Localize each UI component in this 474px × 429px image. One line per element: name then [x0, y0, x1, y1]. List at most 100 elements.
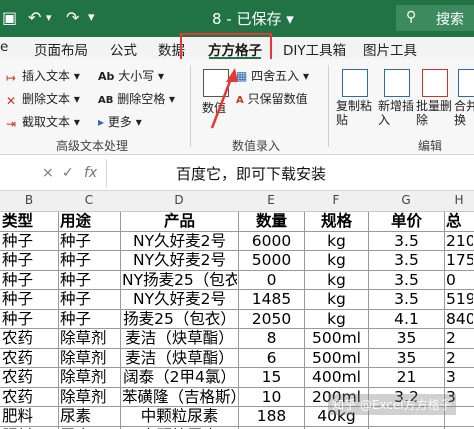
row-gridline — [0, 230, 474, 232]
table-cell[interactable]: 种子 — [2, 310, 57, 329]
table-cell[interactable]: kg — [306, 271, 367, 290]
table-cell[interactable]: 种子 — [60, 290, 119, 309]
excel-window: ▣ ↶ ▾ ↷ ▾ 8 - 已保存 ▾ ⚲ 搜索 e 页面布局 公式 数据 方方… — [0, 0, 474, 429]
row-gridline — [0, 308, 474, 310]
table-cell[interactable]: 种子 — [60, 271, 119, 290]
row-gridline — [0, 367, 474, 368]
column-header[interactable]: C — [58, 193, 120, 207]
column-gridline — [58, 212, 59, 429]
table-header-cell[interactable]: 类型 — [2, 212, 57, 231]
table-cell[interactable]: 麦洁（炔草酯） — [122, 329, 237, 348]
row-gridline — [0, 250, 474, 251]
table-cell[interactable]: 除草剂 — [60, 368, 119, 387]
table-header-cell[interactable]: 单价 — [370, 212, 443, 231]
column-gridline — [238, 212, 239, 429]
column-header[interactable]: G — [368, 193, 444, 207]
table-cell[interactable]: 阔泰（2甲4氯） — [122, 368, 237, 387]
column-gridline — [120, 212, 121, 429]
table-cell[interactable]: 种子 — [2, 271, 57, 290]
table-cell[interactable]: 种子 — [2, 290, 57, 309]
row-gridline — [0, 386, 474, 388]
table-cell[interactable]: 1485 — [240, 290, 303, 309]
table-cell[interactable]: 2 — [446, 329, 473, 348]
table-cell[interactable]: 4.1 — [370, 310, 443, 329]
table-cell[interactable]: 农药 — [2, 388, 57, 407]
formula-bar: × ✓ fx 百度它，即可下载安装 — [0, 155, 474, 191]
table-cell[interactable]: 188 — [240, 407, 303, 426]
table-header-cell[interactable]: 用途 — [60, 212, 119, 231]
table-cell[interactable]: 3.5 — [370, 251, 443, 270]
table-cell[interactable]: 农药 — [2, 349, 57, 368]
table-cell[interactable]: 农药 — [2, 329, 57, 348]
watermark: 知乎 @Excel方方格子 — [328, 394, 456, 415]
row-gridline — [0, 269, 474, 271]
table-cell[interactable]: 扬麦25（包衣） — [122, 310, 237, 329]
table-cell[interactable]: 35 — [370, 349, 443, 368]
table-cell[interactable]: 肥料 — [2, 407, 57, 426]
table-cell[interactable]: kg — [306, 290, 367, 309]
cancel-icon[interactable]: × — [42, 165, 54, 181]
table-cell[interactable]: 3.5 — [370, 290, 443, 309]
column-header[interactable]: E — [238, 193, 304, 207]
table-header-cell[interactable]: 数量 — [240, 212, 303, 231]
table-cell[interactable]: NY久好麦2号 — [122, 232, 237, 251]
table-cell[interactable]: 种子 — [2, 251, 57, 270]
table-cell[interactable]: 210 — [446, 232, 473, 251]
table-cell[interactable]: 6 — [240, 349, 303, 368]
table-cell[interactable]: 种子 — [60, 310, 119, 329]
table-cell[interactable]: 21 — [370, 368, 443, 387]
table-cell[interactable]: kg — [306, 310, 367, 329]
table-cell[interactable]: 农药 — [2, 368, 57, 387]
table-cell[interactable]: 尿素 — [60, 407, 119, 426]
insert-function-button[interactable]: fx — [84, 165, 97, 181]
table-cell[interactable]: 2 — [446, 349, 473, 368]
table-cell[interactable]: 0 — [240, 271, 303, 290]
table-cell[interactable]: 3.5 — [370, 271, 443, 290]
table-cell[interactable]: 3 — [446, 368, 473, 387]
table-cell[interactable]: 6000 — [240, 232, 303, 251]
table-cell[interactable]: 500ml — [306, 329, 367, 348]
table-cell[interactable]: 35 — [370, 329, 443, 348]
table-cell[interactable]: 175 — [446, 251, 473, 270]
column-gridline — [304, 212, 305, 429]
column-header[interactable]: D — [120, 193, 238, 207]
table-header-cell[interactable]: 规格 — [306, 212, 367, 231]
table-cell[interactable]: kg — [306, 232, 367, 251]
column-headers: B C D E F G H — [0, 191, 474, 212]
table-cell[interactable]: 8 — [240, 329, 303, 348]
table-cell[interactable]: NY扬麦25（包衣） — [122, 271, 237, 290]
table-header-cell[interactable]: 总 — [446, 212, 473, 231]
row-gridline — [0, 328, 474, 329]
table-cell[interactable]: 苯磺隆（吉格斯） — [122, 388, 237, 407]
table-cell[interactable]: 0 — [446, 271, 473, 290]
table-cell[interactable]: NY久好麦2号 — [122, 290, 237, 309]
table-cell[interactable]: 10 — [240, 388, 303, 407]
table-cell[interactable]: 15 — [240, 368, 303, 387]
table-cell[interactable]: 麦洁（炔草酯） — [122, 349, 237, 368]
table-cell[interactable]: 5000 — [240, 251, 303, 270]
table-cell[interactable]: NY久好麦2号 — [122, 251, 237, 270]
table-cell[interactable]: 840 — [446, 310, 473, 329]
table-cell[interactable]: 中颗粒尿素 — [122, 407, 237, 426]
row-gridline — [0, 425, 474, 427]
formula-value: 百度它，即可下载安装 — [176, 165, 327, 183]
table-cell[interactable]: 除草剂 — [60, 349, 119, 368]
table-cell[interactable]: 除草剂 — [60, 388, 119, 407]
table-cell[interactable]: 种子 — [2, 232, 57, 251]
table-cell[interactable]: 519 — [446, 290, 473, 309]
table-cell[interactable]: 种子 — [60, 251, 119, 270]
column-header[interactable]: B — [0, 193, 58, 207]
table-cell[interactable]: 400ml — [306, 368, 367, 387]
row-gridline — [0, 347, 474, 349]
table-cell[interactable]: 3.5 — [370, 232, 443, 251]
table-cell[interactable]: 种子 — [60, 232, 119, 251]
column-header[interactable]: H — [444, 193, 474, 207]
table-cell[interactable]: 500ml — [306, 349, 367, 368]
table-header-cell[interactable]: 产品 — [122, 212, 237, 231]
column-header[interactable]: F — [304, 193, 368, 207]
row-gridline — [0, 289, 474, 290]
table-cell[interactable]: 除草剂 — [60, 329, 119, 348]
confirm-icon[interactable]: ✓ — [62, 165, 74, 181]
table-cell[interactable]: 2050 — [240, 310, 303, 329]
table-cell[interactable]: kg — [306, 251, 367, 270]
